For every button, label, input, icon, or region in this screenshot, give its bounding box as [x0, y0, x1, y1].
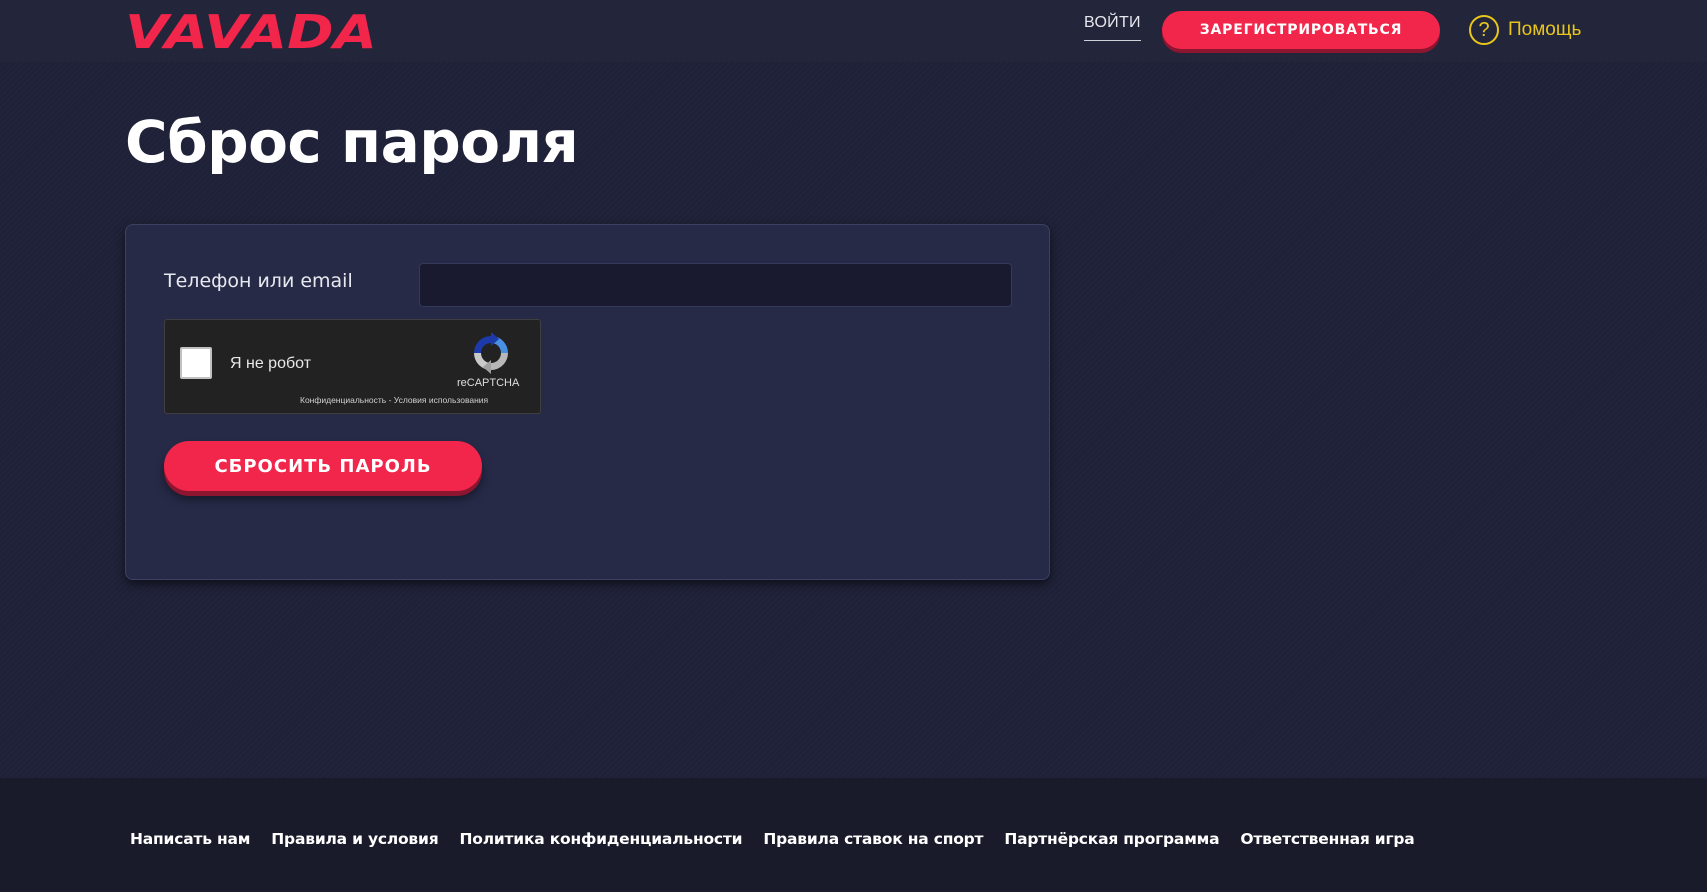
login-link[interactable]: ВОЙТИ — [1084, 14, 1141, 41]
recaptcha-label: Я не робот — [230, 355, 312, 372]
vavada-logo[interactable]: VAVADA — [125, 8, 377, 52]
logo-text: VAVADA — [125, 8, 377, 52]
page-title: Сброс пароля — [125, 108, 579, 176]
help-link[interactable]: ? Помощь — [1469, 14, 1581, 46]
footer-link-privacy[interactable]: Политика конфиденциальности — [459, 830, 742, 848]
reset-password-button[interactable]: СБРОСИТЬ ПАРОЛЬ — [164, 441, 482, 491]
recaptcha-widget: Я не робот reCAPTCHA Конфиденциальность … — [164, 319, 541, 414]
recaptcha-links: Конфиденциальность - Условия использован… — [300, 395, 488, 405]
footer: Написать нам Правила и условия Политика … — [0, 778, 1707, 892]
footer-link-terms[interactable]: Правила и условия — [271, 830, 438, 848]
recaptcha-checkbox[interactable] — [180, 347, 212, 379]
question-circle-icon: ? — [1469, 15, 1499, 45]
footer-link-responsible-gaming[interactable]: Ответственная игра — [1240, 830, 1414, 848]
footer-nav: Написать нам Правила и условия Политика … — [130, 830, 1415, 848]
recaptcha-logo-icon — [474, 332, 508, 374]
password-reset-form: Телефон или email Я не робот reCAPTCHA К… — [125, 224, 1050, 580]
recaptcha-terms-link[interactable]: Условия использования — [394, 395, 488, 405]
footer-link-affiliate[interactable]: Партнёрская программа — [1004, 830, 1219, 848]
footer-link-sports-rules[interactable]: Правила ставок на спорт — [763, 830, 983, 848]
register-button[interactable]: ЗАРЕГИСТРИРОВАТЬСЯ — [1162, 11, 1440, 49]
recaptcha-privacy-link[interactable]: Конфиденциальность — [300, 395, 386, 405]
top-bar: VAVADA ВОЙТИ ЗАРЕГИСТРИРОВАТЬСЯ ? Помощь — [0, 0, 1707, 62]
help-label: Помощь — [1508, 19, 1582, 40]
phone-email-input[interactable] — [419, 263, 1012, 307]
phone-email-label: Телефон или email — [164, 270, 353, 292]
recaptcha-brand: reCAPTCHA — [457, 377, 520, 389]
footer-link-contact[interactable]: Написать нам — [130, 830, 250, 848]
recaptcha-separator: - — [386, 395, 394, 405]
